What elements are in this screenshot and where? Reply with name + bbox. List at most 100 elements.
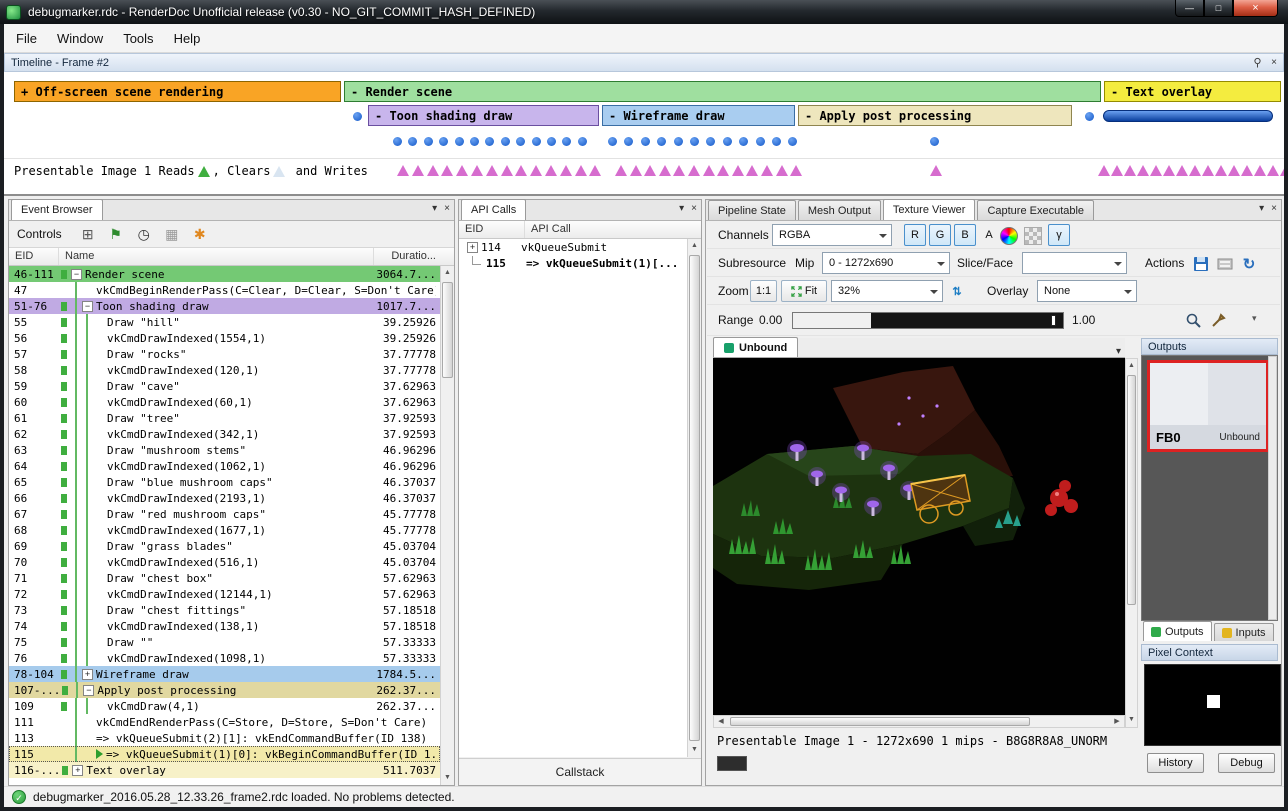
write-usage-triangle[interactable] bbox=[1098, 165, 1110, 176]
draw-call-dot[interactable] bbox=[706, 137, 715, 146]
write-usage-triangle[interactable] bbox=[456, 165, 468, 176]
fb0-thumbnail[interactable]: FB0 Unbound bbox=[1147, 360, 1269, 452]
write-usage-triangle[interactable] bbox=[644, 165, 656, 176]
pin-icon[interactable] bbox=[1252, 57, 1263, 68]
api-calls-scrollbar[interactable]: ▲ ▼ bbox=[687, 239, 701, 757]
scrollbar-thumb[interactable] bbox=[442, 282, 453, 378]
mip-select[interactable]: 0 - 1272x690 bbox=[822, 252, 950, 274]
write-usage-triangle[interactable] bbox=[441, 165, 453, 176]
write-usage-triangle[interactable] bbox=[659, 165, 671, 176]
texture-display[interactable] bbox=[713, 358, 1125, 715]
event-row[interactable]: 55Draw "hill"39.25926 bbox=[9, 314, 440, 330]
api-call-row[interactable]: 115=> vkQueueSubmit(1)[... bbox=[459, 255, 687, 271]
write-usage-triangle[interactable] bbox=[397, 165, 409, 176]
texture-vertical-scrollbar[interactable]: ▲ ▼ bbox=[1125, 358, 1138, 728]
texture-tab-list-icon[interactable]: ▾ bbox=[1112, 346, 1125, 357]
write-usage-triangle[interactable] bbox=[501, 165, 513, 176]
color-wheel-icon[interactable] bbox=[1000, 227, 1018, 245]
toolbar-overflow-icon[interactable]: ▾ bbox=[1252, 313, 1257, 324]
collapse-icon[interactable]: − bbox=[83, 685, 94, 696]
red-channel-button[interactable]: R bbox=[904, 224, 926, 246]
event-row[interactable]: 113=> vkQueueSubmit(2)[1]: vkEndCommandB… bbox=[9, 730, 440, 746]
alpha-channel-button[interactable]: A bbox=[978, 224, 1000, 246]
draw-call-dot[interactable] bbox=[608, 137, 617, 146]
write-usage-triangle[interactable] bbox=[1124, 165, 1136, 176]
scroll-left-icon[interactable]: ◀ bbox=[714, 716, 728, 727]
event-row[interactable]: 70vkCmdDrawIndexed(516,1)45.03704 bbox=[9, 554, 440, 570]
event-row[interactable]: 66vkCmdDrawIndexed(2193,1)46.37037 bbox=[9, 490, 440, 506]
write-usage-triangle[interactable] bbox=[1176, 165, 1188, 176]
menu-item-tools[interactable]: Tools bbox=[113, 26, 163, 51]
timeline-close-icon[interactable]: × bbox=[1271, 57, 1277, 68]
scroll-down-icon[interactable]: ▼ bbox=[688, 743, 701, 757]
panel-menu-icon[interactable]: ▾ bbox=[679, 203, 684, 214]
timeline-marker-bar[interactable]: - Apply post processing bbox=[798, 105, 1072, 126]
panel-menu-icon[interactable]: ▾ bbox=[432, 203, 437, 214]
bookmark-flag-icon[interactable]: ⚑ bbox=[108, 226, 124, 243]
write-usage-triangle[interactable] bbox=[545, 165, 557, 176]
event-row[interactable]: 56vkCmdDrawIndexed(1554,1)39.25926 bbox=[9, 330, 440, 346]
event-row[interactable]: 65Draw "blue mushroom caps"46.37037 bbox=[9, 474, 440, 490]
event-row[interactable]: 116-...+Text overlay511.7037 bbox=[9, 762, 440, 778]
write-usage-triangle[interactable] bbox=[1228, 165, 1240, 176]
write-usage-triangle[interactable] bbox=[761, 165, 773, 176]
scroll-right-icon[interactable]: ▶ bbox=[1110, 716, 1124, 727]
refresh-icon[interactable]: ↻ bbox=[1240, 255, 1258, 273]
write-usage-triangle[interactable] bbox=[560, 165, 572, 176]
draw-call-dot[interactable] bbox=[439, 137, 448, 146]
event-row[interactable]: 111vkCmdEndRenderPass(C=Store, D=Store, … bbox=[9, 714, 440, 730]
tab-api-calls[interactable]: API Calls bbox=[461, 199, 526, 220]
event-row[interactable]: 109vkCmdDraw(4,1)262.37... bbox=[9, 698, 440, 714]
draw-call-dot[interactable] bbox=[455, 137, 464, 146]
tab-capture-executable[interactable]: Capture Executable bbox=[977, 200, 1094, 220]
draw-calls-bar[interactable] bbox=[1103, 110, 1273, 122]
draw-call-dot[interactable] bbox=[624, 137, 633, 146]
time-durations-icon[interactable]: ◷ bbox=[136, 226, 152, 243]
write-usage-triangle[interactable] bbox=[1137, 165, 1149, 176]
menu-item-window[interactable]: Window bbox=[47, 26, 113, 51]
draw-call-dot[interactable] bbox=[501, 137, 510, 146]
event-row[interactable]: 75Draw ""57.33333 bbox=[9, 634, 440, 650]
scroll-up-icon[interactable]: ▲ bbox=[688, 239, 701, 253]
write-usage-triangle[interactable] bbox=[688, 165, 700, 176]
tab-outputs[interactable]: Outputs bbox=[1143, 621, 1212, 641]
event-row[interactable]: 115=> vkQueueSubmit(1)[0]: vkBeginComman… bbox=[9, 746, 440, 762]
channels-select[interactable]: RGBA bbox=[772, 224, 892, 246]
draw-call-dot[interactable] bbox=[532, 137, 541, 146]
timeline-marker-bar[interactable]: - Wireframe draw bbox=[602, 105, 795, 126]
callstack-section[interactable]: Callstack bbox=[459, 758, 701, 785]
range-handle[interactable] bbox=[1051, 315, 1056, 326]
write-usage-triangle[interactable] bbox=[776, 165, 788, 176]
texture-horizontal-scrollbar[interactable]: ◀ ▶ bbox=[713, 715, 1125, 728]
event-row[interactable]: 67Draw "red mushroom caps"45.77778 bbox=[9, 506, 440, 522]
scroll-down-icon[interactable]: ▼ bbox=[441, 771, 454, 785]
tab-event-browser[interactable]: Event Browser bbox=[11, 199, 103, 220]
write-usage-triangle[interactable] bbox=[515, 165, 527, 176]
event-row[interactable]: 57Draw "rocks"37.77778 bbox=[9, 346, 440, 362]
write-usage-triangle[interactable] bbox=[575, 165, 587, 176]
statistics-chart-icon[interactable]: ▦ bbox=[164, 226, 180, 243]
zoom-range-icon[interactable] bbox=[1185, 312, 1203, 330]
draw-call-dot[interactable] bbox=[690, 137, 699, 146]
write-usage-triangle[interactable] bbox=[673, 165, 685, 176]
write-usage-triangle[interactable] bbox=[1215, 165, 1227, 176]
scroll-down-icon[interactable]: ▼ bbox=[1126, 713, 1137, 727]
zoom-percent-select[interactable]: 32% bbox=[831, 280, 943, 302]
slice-face-select[interactable] bbox=[1022, 252, 1127, 274]
expand-icon[interactable]: + bbox=[82, 669, 93, 680]
tab-texture-viewer[interactable]: Texture Viewer bbox=[883, 199, 976, 220]
write-usage-triangle[interactable] bbox=[1150, 165, 1162, 176]
draw-call-dot[interactable] bbox=[930, 137, 939, 146]
draw-call-dot[interactable] bbox=[562, 137, 571, 146]
timeline-marker-bar[interactable]: + Off-screen scene rendering bbox=[14, 81, 341, 102]
event-row[interactable]: 72vkCmdDrawIndexed(12144,1)57.62963 bbox=[9, 586, 440, 602]
menu-item-file[interactable]: File bbox=[6, 26, 47, 51]
draw-call-dot[interactable] bbox=[578, 137, 587, 146]
zoom-fit-button[interactable]: Fit bbox=[781, 280, 827, 302]
write-usage-triangle[interactable] bbox=[790, 165, 802, 176]
event-row[interactable]: 64vkCmdDrawIndexed(1062,1)46.96296 bbox=[9, 458, 440, 474]
write-usage-triangle[interactable] bbox=[486, 165, 498, 176]
menu-item-help[interactable]: Help bbox=[164, 26, 211, 51]
write-usage-triangle[interactable] bbox=[1163, 165, 1175, 176]
event-row[interactable]: 51-76−Toon shading draw1017.7... bbox=[9, 298, 440, 314]
